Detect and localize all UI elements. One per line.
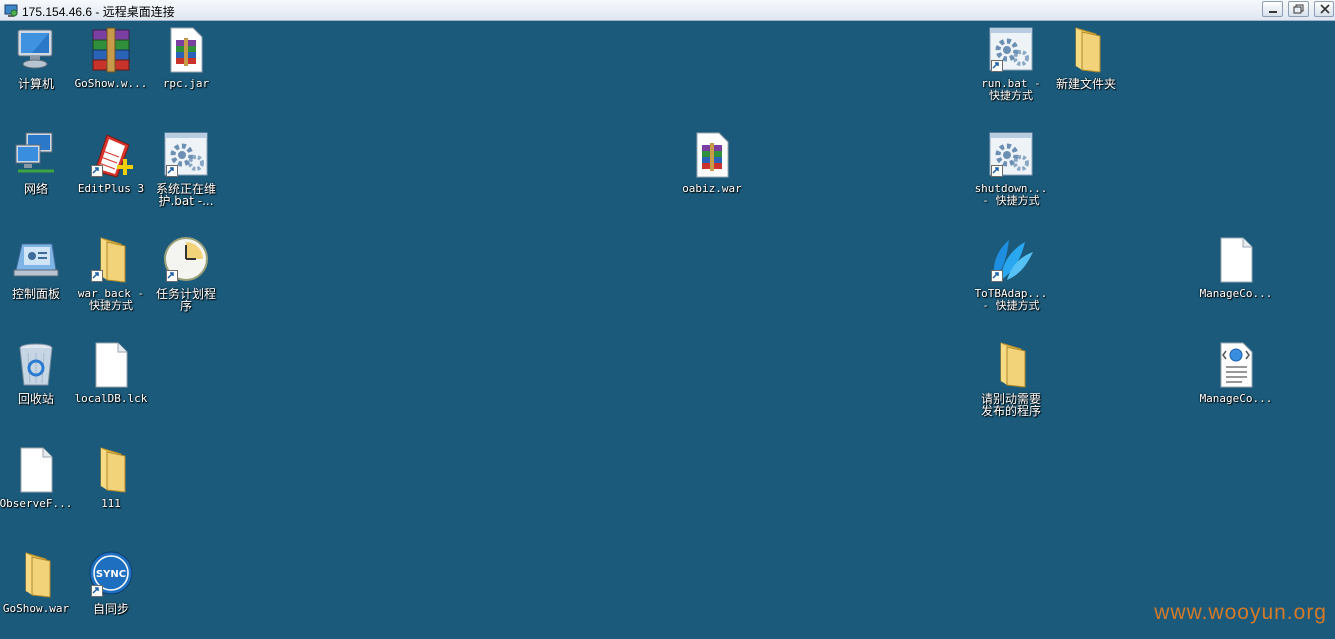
desktop-icon-label: localDB.lck xyxy=(74,392,148,405)
file-icon xyxy=(87,341,135,389)
desktop-icon-rpc-jar[interactable]: rpc.jar xyxy=(147,26,225,90)
desktop-icon-label: 网络 xyxy=(23,182,48,196)
desktop-icon-label: rpc.jar xyxy=(162,77,210,90)
desktop-icon-label: 自同步 xyxy=(92,602,129,616)
watermark-text: www.wooyun.org xyxy=(1154,601,1327,624)
desktop-icon-goshow-winrar[interactable]: GoShow.w... xyxy=(72,26,150,90)
shortcut-arrow-icon xyxy=(991,165,1003,177)
desktop-icon-label: ObserveF... xyxy=(0,497,73,510)
desktop-icon-label: 任务计划程 序 xyxy=(155,287,216,313)
desktop-icon-totbadap[interactable]: ToTBAdap... - 快捷方式 xyxy=(972,236,1050,312)
task-scheduler-icon xyxy=(162,236,210,284)
control-panel-icon xyxy=(12,236,60,284)
batch-file-icon xyxy=(162,131,210,179)
desktop-icon-label: ToTBAdap... - 快捷方式 xyxy=(974,287,1048,312)
desktop-icon-localdb-lck[interactable]: localDB.lck xyxy=(72,341,150,405)
remote-desktop-titlebar[interactable]: 175.154.46.6 - 远程桌面连接 xyxy=(0,0,1335,21)
desktop-icon-label: 111 xyxy=(101,497,121,510)
folder-icon xyxy=(1062,26,1110,74)
desktop-icon-observef[interactable]: ObserveF... xyxy=(0,446,75,510)
shortcut-arrow-icon xyxy=(991,60,1003,72)
desktop-icon-oabiz-war[interactable]: oabiz.war xyxy=(673,131,751,195)
desktop-icon-control-panel[interactable]: 控制面板 xyxy=(0,236,75,300)
restore-button[interactable] xyxy=(1288,1,1309,17)
shortcut-arrow-icon xyxy=(166,165,178,177)
desktop-icon-label: ManageCo... xyxy=(1199,392,1273,405)
folder-icon xyxy=(12,551,60,599)
desktop-icon-release-programs-folder[interactable]: 请别动需要 发布的程序 xyxy=(972,341,1050,417)
desktop-icon-editplus[interactable]: EditPlus 3 xyxy=(72,131,150,195)
shortcut-arrow-icon xyxy=(91,165,103,177)
desktop-icon-label: oabiz.war xyxy=(682,182,742,195)
shortcut-arrow-icon xyxy=(91,270,103,282)
desktop-icon-label: 回收站 xyxy=(17,392,54,406)
folder-icon xyxy=(87,446,135,494)
jar-archive-icon xyxy=(162,26,210,74)
desktop-icon-shutdown[interactable]: shutdown... - 快捷方式 xyxy=(972,131,1050,207)
desktop-icon-label: EditPlus 3 xyxy=(77,182,145,195)
desktop-icon-label: run.bat - 快捷方式 xyxy=(981,77,1041,102)
folder-icon xyxy=(87,236,135,284)
window-title: 175.154.46.6 - 远程桌面连接 xyxy=(22,5,175,19)
app-icon xyxy=(987,236,1035,284)
batch-file-icon xyxy=(987,26,1035,74)
desktop-icon-war-back[interactable]: war_back - 快捷方式 xyxy=(72,236,150,312)
shortcut-arrow-icon xyxy=(91,585,103,597)
desktop-icon-recycle-bin[interactable]: 回收站 xyxy=(0,341,75,405)
desktop-icon-label: shutdown... - 快捷方式 xyxy=(974,182,1048,207)
file-icon xyxy=(1212,236,1260,284)
desktop-icon-computer[interactable]: 计算机 xyxy=(0,26,75,90)
remote-desktop-app-icon xyxy=(4,3,18,17)
desktop-icon-label: 系统正在维 护.bat -... xyxy=(155,182,216,208)
editplus-icon xyxy=(87,131,135,179)
desktop-icon-label: 计算机 xyxy=(17,77,54,91)
desktop-icon-label: 控制面板 xyxy=(11,287,60,301)
desktop-icon-111-folder[interactable]: 111 xyxy=(72,446,150,510)
desktop-icon-label: ManageCo... xyxy=(1199,287,1273,300)
desktop-icon-run-bat[interactable]: run.bat - 快捷方式 xyxy=(972,26,1050,102)
shortcut-arrow-icon xyxy=(991,270,1003,282)
desktop-icon-label: GoShow.war xyxy=(2,602,70,615)
close-button[interactable] xyxy=(1314,1,1334,17)
desktop-icon-manageco-file[interactable]: ManageCo... xyxy=(1197,236,1275,300)
desktop-icon-label: war_back - 快捷方式 xyxy=(77,287,145,312)
winrar-archive-icon xyxy=(87,26,135,74)
folder-icon xyxy=(987,341,1035,389)
sync-icon: SYNC xyxy=(87,551,135,599)
svg-text:SYNC: SYNC xyxy=(96,569,126,580)
desktop-icon-task-scheduler[interactable]: 任务计划程 序 xyxy=(147,236,225,312)
desktop-icon-sync[interactable]: SYNC 自同步 xyxy=(72,551,150,615)
desktop-icon-label: GoShow.w... xyxy=(74,77,148,90)
computer-icon xyxy=(12,26,60,74)
desktop-icon-new-folder[interactable]: 新建文件夹 xyxy=(1047,26,1125,90)
minimize-button[interactable] xyxy=(1262,1,1283,17)
desktop-icon-maintenance-bat[interactable]: 系统正在维 护.bat -... xyxy=(147,131,225,207)
recycle-bin-icon xyxy=(12,341,60,389)
desktop-icon-manageco-config[interactable]: ManageCo... xyxy=(1197,341,1275,405)
batch-file-icon xyxy=(987,131,1035,179)
network-icon xyxy=(12,131,60,179)
desktop-icon-goshow-war-folder[interactable]: GoShow.war xyxy=(0,551,75,615)
desktop-icon-label: 新建文件夹 xyxy=(1055,77,1116,91)
file-icon xyxy=(12,446,60,494)
desktop-icon-label: 请别动需要 发布的程序 xyxy=(980,392,1041,418)
desktop-icon-network[interactable]: 网络 xyxy=(0,131,75,195)
web-config-icon xyxy=(1212,341,1260,389)
shortcut-arrow-icon xyxy=(166,270,178,282)
winrar-archive-icon xyxy=(688,131,736,179)
